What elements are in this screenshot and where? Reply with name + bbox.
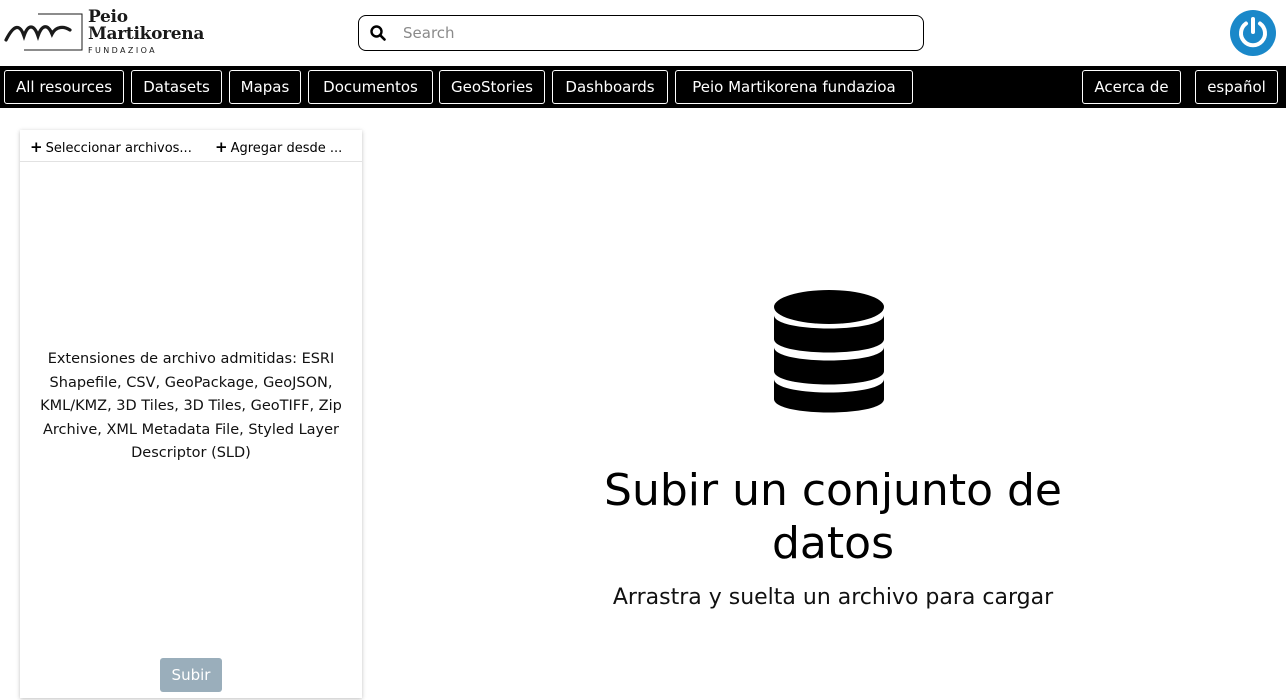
nav-dashboards[interactable]: Dashboards: [552, 70, 668, 104]
site-logo[interactable]: Peio Martikorena FUNDAZIOA: [4, 8, 214, 58]
nav-peio-martikorena-fundazioa[interactable]: Peio Martikorena fundazioa: [675, 70, 913, 104]
logo-wave-icon: [4, 13, 83, 51]
add-from-label: Agregar desde ...: [230, 141, 343, 156]
power-icon: [1239, 17, 1267, 48]
nav-mapas[interactable]: Mapas: [229, 70, 301, 104]
nav-all-resources[interactable]: All resources: [4, 70, 124, 104]
search-input[interactable]: [403, 22, 903, 44]
dropzone-title: Subir un conjunto de datos: [604, 465, 1062, 569]
nav-geostories[interactable]: GeoStories: [439, 70, 545, 104]
select-files-button[interactable]: + Seleccionar archivos...: [30, 138, 192, 156]
header: Peio Martikorena FUNDAZIOA: [0, 0, 1286, 66]
upload-button[interactable]: Subir: [160, 658, 222, 692]
supported-extensions-text: Extensiones de archivo admitidas: ESRI S…: [40, 351, 342, 461]
nav-datasets[interactable]: Datasets: [131, 70, 222, 104]
plus-icon: +: [215, 138, 228, 156]
search-icon[interactable]: [369, 24, 387, 42]
language-select[interactable]: español: [1195, 70, 1278, 104]
logo-subtext: FUNDAZIOA: [88, 46, 158, 55]
drop-zone[interactable]: Subir un conjunto de datos Arrastra y su…: [380, 108, 1286, 700]
user-menu-button[interactable]: [1230, 10, 1276, 56]
add-from-button[interactable]: + Agregar desde ...: [215, 138, 342, 156]
dropzone-subtitle: Arrastra y suelta un archivo para cargar: [612, 585, 1054, 610]
nav-documentos[interactable]: Documentos: [308, 70, 433, 104]
search-bar: [358, 15, 924, 51]
select-files-label: Seleccionar archivos...: [45, 141, 192, 156]
upload-panel: + Seleccionar archivos... + Agregar desde …: [20, 130, 362, 698]
plus-icon: +: [30, 138, 43, 156]
upload-source-tabs: + Seleccionar archivos... + Agregar desde …: [20, 130, 362, 162]
nav-acerca-de[interactable]: Acerca de: [1082, 70, 1181, 104]
logo-text-line2: Martikorena: [88, 24, 205, 44]
database-icon: [774, 290, 884, 413]
main-nav: All resources Datasets Mapas Documentos …: [0, 66, 1286, 108]
